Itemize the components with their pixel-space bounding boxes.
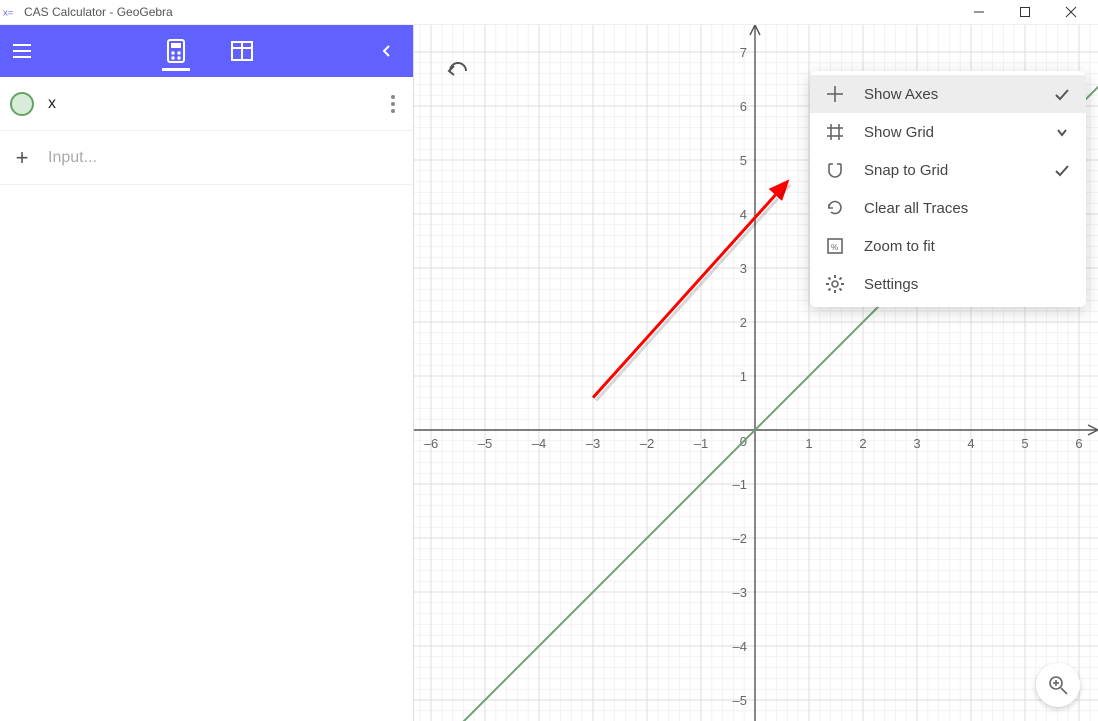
svg-text:–5: –5 xyxy=(478,436,492,451)
window-close-button[interactable] xyxy=(1048,0,1094,24)
graphics-context-menu: Show Axes Show Grid Snap to Grid Clear all … xyxy=(810,71,1086,307)
svg-text:2: 2 xyxy=(859,436,866,451)
svg-text:–4: –4 xyxy=(733,639,747,654)
context-menu-item[interactable]: Settings xyxy=(810,265,1086,303)
context-menu-item[interactable]: Clear all Traces xyxy=(810,189,1086,227)
row-more-button[interactable] xyxy=(381,92,405,116)
svg-text:–3: –3 xyxy=(733,585,747,600)
expression-value[interactable]: x xyxy=(48,95,381,113)
window-minimize-button[interactable] xyxy=(956,0,1002,24)
app-icon: x= xyxy=(2,4,18,20)
svg-text:6: 6 xyxy=(740,99,747,114)
svg-text:5: 5 xyxy=(740,153,747,168)
algebra-panel: x + Input... xyxy=(0,25,414,721)
svg-text:3: 3 xyxy=(740,261,747,276)
svg-text:–4: –4 xyxy=(532,436,546,451)
context-menu-label: Show Grid xyxy=(864,124,1034,141)
window-title: CAS Calculator - GeoGebra xyxy=(24,5,173,19)
context-menu-label: Snap to Grid xyxy=(864,162,1034,179)
context-menu-item[interactable]: % Zoom to fit xyxy=(810,227,1086,265)
undo-button[interactable] xyxy=(444,57,472,85)
svg-text:3: 3 xyxy=(913,436,920,451)
gear-icon xyxy=(824,273,846,295)
context-menu-trail xyxy=(1052,86,1072,102)
svg-text:–2: –2 xyxy=(640,436,654,451)
expression-input-placeholder[interactable]: Input... xyxy=(48,149,405,167)
svg-text:5: 5 xyxy=(1021,436,1028,451)
svg-text:–1: –1 xyxy=(733,477,747,492)
svg-text:1: 1 xyxy=(805,436,812,451)
svg-text:–3: –3 xyxy=(586,436,600,451)
collapse-panel-button[interactable] xyxy=(373,37,401,65)
context-menu-trail xyxy=(1052,162,1072,178)
svg-text:%: % xyxy=(831,243,838,252)
zoomfit-icon: % xyxy=(824,235,846,257)
hamburger-menu-button[interactable] xyxy=(8,37,36,65)
axes-icon xyxy=(824,83,846,105)
graphics-view[interactable]: –6–5–4–3–2–1123456–5–4–3–2–112345670 Sho… xyxy=(414,25,1098,721)
add-expression-icon[interactable]: + xyxy=(10,146,34,170)
context-menu-item[interactable]: Show Grid xyxy=(810,113,1086,151)
magnet-icon xyxy=(824,159,846,181)
view-mode-tabs xyxy=(160,25,258,77)
expression-row[interactable]: x xyxy=(0,77,413,131)
svg-text:–2: –2 xyxy=(733,531,747,546)
grid-icon xyxy=(824,121,846,143)
app-body: x + Input... –6 –5 –4 –3 –2 –1 1 2 3 4 5 6 –5 –4 –3 –2 –… xyxy=(0,24,1098,721)
svg-text:6: 6 xyxy=(1075,436,1082,451)
svg-text:2: 2 xyxy=(740,315,747,330)
context-menu-label: Zoom to fit xyxy=(864,238,1034,255)
context-menu-label: Settings xyxy=(864,276,1034,293)
svg-text:x=: x= xyxy=(3,8,14,19)
svg-text:–6: –6 xyxy=(424,436,438,451)
context-menu-label: Show Axes xyxy=(864,86,1034,103)
tab-table[interactable] xyxy=(226,25,258,77)
context-menu-item[interactable]: Snap to Grid xyxy=(810,151,1086,189)
svg-text:–5: –5 xyxy=(733,693,747,708)
window-titlebar: x= CAS Calculator - GeoGebra xyxy=(0,0,1098,24)
context-menu-trail xyxy=(1052,125,1072,139)
svg-text:–1: –1 xyxy=(694,436,708,451)
svg-text:4: 4 xyxy=(740,207,747,222)
context-menu-label: Clear all Traces xyxy=(864,200,1034,217)
tab-cas-calculator[interactable] xyxy=(160,25,192,77)
svg-text:7: 7 xyxy=(740,45,747,60)
new-expression-row[interactable]: + Input... xyxy=(0,131,413,185)
visibility-toggle-icon[interactable] xyxy=(10,92,34,116)
refresh-icon xyxy=(824,197,846,219)
toolbar xyxy=(0,25,413,77)
expression-list: x + Input... xyxy=(0,77,413,721)
svg-text:1: 1 xyxy=(740,369,747,384)
window-maximize-button[interactable] xyxy=(1002,0,1048,24)
zoom-in-button[interactable] xyxy=(1036,663,1080,707)
svg-text:4: 4 xyxy=(967,436,974,451)
context-menu-item[interactable]: Show Axes xyxy=(810,75,1086,113)
